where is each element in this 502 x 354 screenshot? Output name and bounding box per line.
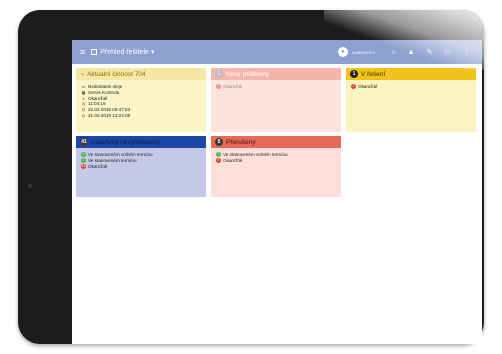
menu-icon[interactable]: ≡ xyxy=(80,40,85,64)
card-closed-unfinished[interactable]: 41 Uzavřený nevyhotovený 4 Ve stanoveném … xyxy=(76,136,206,197)
card-title: Přerušený xyxy=(226,138,256,146)
card-header: 41 Uzavřený nevyhotovený xyxy=(76,136,206,148)
priority-badge: 4 xyxy=(81,152,86,158)
card-header: ✎ Aktuální činnost 704 xyxy=(76,68,206,80)
home-icon[interactable]: ⌂ xyxy=(391,49,395,56)
detail-text: 21.02.2019 13:24:09 xyxy=(88,112,131,118)
priority-badge: 11 xyxy=(81,163,86,169)
chat-icon[interactable]: ▭ xyxy=(444,48,451,56)
card-in-progress[interactable]: 1 V řešení 1 Okamžitě xyxy=(346,68,476,132)
card-header: 1 Nový přidělený xyxy=(211,68,341,80)
card-body: 1 Ve stanoveném volném termínu 4 Okamžitě xyxy=(211,148,341,168)
page-title: Přehled řešitele ▾ xyxy=(100,49,155,56)
item-text: Okamžitě xyxy=(358,84,378,89)
card-title: Uzavřený nevyhotovený xyxy=(91,138,161,146)
item-text: Okamžitě xyxy=(223,157,243,163)
card-body: 1 Okamžitě xyxy=(211,80,341,94)
wrench-icon: ✎ xyxy=(80,71,85,77)
app-screen: ≡ Přehled řešitele ▾ ● KUBICKOVY ⌂ ▲ ✎ ▭… xyxy=(72,40,482,344)
more-icon[interactable]: ⋮ xyxy=(463,48,470,56)
clock-icon: ◴ xyxy=(81,112,86,118)
priority-badge: 1 xyxy=(351,84,356,90)
item-text: Okamžitě xyxy=(88,163,108,169)
wrench-icon[interactable]: ✎ xyxy=(427,48,433,56)
count-badge: 1 xyxy=(350,70,358,78)
card-new-assigned[interactable]: 1 Nový přidělený 1 Okamžitě xyxy=(211,68,341,132)
item-text: Okamžitě xyxy=(223,84,243,89)
priority-badge: 1 xyxy=(216,84,221,90)
priority-badge: 1 xyxy=(81,157,86,164)
camera-dot xyxy=(28,184,32,188)
username: KUBICKOVY xyxy=(351,49,376,55)
app-bar: ≡ Přehled řešitele ▾ ● KUBICKOVY ⌂ ▲ ✎ ▭… xyxy=(72,40,482,64)
user-menu[interactable]: ● KUBICKOVY xyxy=(337,47,376,57)
dashboard-icon xyxy=(91,49,98,55)
count-badge: 1 xyxy=(215,70,223,78)
priority-badge: 4 xyxy=(216,157,221,164)
card-current-activity[interactable]: ✎ Aktuální činnost 704 ▭ Nedostatek oleje… xyxy=(76,68,206,132)
card-title: Nový přidělený xyxy=(226,70,269,78)
card-body: 1 Okamžitě xyxy=(346,80,476,94)
count-badge: 5 xyxy=(215,138,223,146)
card-interrupted[interactable]: 5 Přerušený 1 Ve stanoveném volném termín… xyxy=(211,136,341,197)
page-title-dropdown[interactable]: Přehled řešitele ▾ xyxy=(91,48,154,56)
card-header: 1 V řešení xyxy=(346,68,476,80)
avatar-icon: ● xyxy=(337,47,348,57)
bell-icon[interactable]: ▲ xyxy=(408,49,415,56)
card-title: V řešení xyxy=(361,70,386,78)
card-body: 4 Ve stanoveném volném termínu 1 Ve stanov… xyxy=(76,148,206,173)
priority-badge: 1 xyxy=(216,152,221,158)
count-badge: 41 xyxy=(80,138,88,146)
card-title: Aktuální činnost 704 xyxy=(87,70,146,78)
tablet-frame: ≡ Přehled řešitele ▾ ● KUBICKOVY ⌂ ▲ ✎ ▭… xyxy=(18,10,484,344)
card-header: 5 Přerušený xyxy=(211,136,341,148)
card-body: ▭ Nedostatek oleje ▦ Servis Kontrola ● Okam… xyxy=(76,80,206,123)
